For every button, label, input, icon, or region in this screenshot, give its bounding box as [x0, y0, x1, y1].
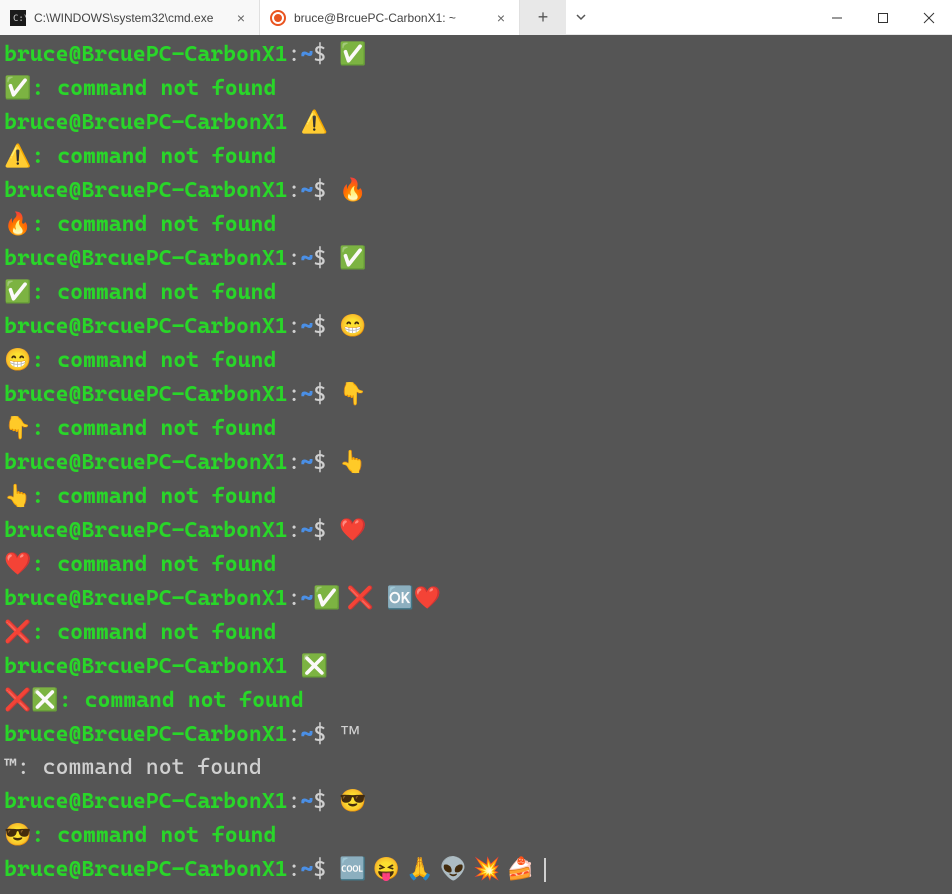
prompt-line: bruce@BrcuePC-CarbonX1:~$ ✅	[4, 37, 948, 71]
tab-label: bruce@BrcuePC-CarbonX1: ~	[294, 11, 485, 25]
tab-label: C:\WINDOWS\system32\cmd.exe	[34, 11, 225, 25]
error-line: ™: command not found	[4, 751, 948, 784]
prompt-line: bruce@BrcuePC-CarbonX1:~$ 👆	[4, 445, 948, 479]
tab-ubuntu[interactable]: bruce@BrcuePC-CarbonX1: ~ ×	[260, 0, 520, 35]
prompt-line: bruce@BrcuePC-CarbonX1:~✅ ❌ 🆗❤️	[4, 581, 948, 615]
tabs: C:\ C:\WINDOWS\system32\cmd.exe × bruce@…	[0, 0, 520, 34]
prompt-line: bruce@BrcuePC-CarbonX1:~$ ™	[4, 717, 948, 751]
tab-actions: +	[520, 0, 596, 34]
prompt-line: bruce@BrcuePC-CarbonX1:~$ 😎	[4, 784, 948, 818]
error-line: 👆: command not found	[4, 479, 948, 513]
error-line: 😁: command not found	[4, 343, 948, 377]
terminal-area[interactable]: bruce@BrcuePC-CarbonX1:~$ ✅✅: command no…	[0, 35, 952, 894]
prompt-line: bruce@BrcuePC-CarbonX1:~$ 😁	[4, 309, 948, 343]
maximize-button[interactable]	[860, 0, 906, 35]
close-icon[interactable]: ×	[493, 10, 509, 26]
error-line: 👇: command not found	[4, 411, 948, 445]
new-tab-button[interactable]: +	[520, 0, 566, 35]
tab-dropdown-button[interactable]	[566, 0, 596, 35]
error-line: ❌❎: command not found	[4, 683, 948, 717]
prompt-line: bruce@BrcuePC-CarbonX1 ❎	[4, 649, 948, 683]
prompt-line: bruce@BrcuePC-CarbonX1:~$ 🆒 😝 🙏 👽 💥 🍰	[4, 852, 948, 886]
window-controls	[814, 0, 952, 34]
error-line: ❌: command not found	[4, 615, 948, 649]
prompt-line: bruce@BrcuePC-CarbonX1:~$ ❤️	[4, 513, 948, 547]
titlebar: C:\ C:\WINDOWS\system32\cmd.exe × bruce@…	[0, 0, 952, 35]
error-line: ❤️: command not found	[4, 547, 948, 581]
minimize-button[interactable]	[814, 0, 860, 35]
close-icon[interactable]: ×	[233, 10, 249, 26]
svg-text:C:\: C:\	[13, 14, 26, 24]
error-line: 😎: command not found	[4, 818, 948, 852]
ubuntu-icon	[270, 10, 286, 26]
prompt-line: bruce@BrcuePC-CarbonX1:~$ 🔥	[4, 173, 948, 207]
error-line: ✅: command not found	[4, 71, 948, 105]
cmd-icon: C:\	[10, 10, 26, 26]
error-line: ✅: command not found	[4, 275, 948, 309]
error-line: ⚠️: command not found	[4, 139, 948, 173]
tab-cmd[interactable]: C:\ C:\WINDOWS\system32\cmd.exe ×	[0, 0, 260, 35]
close-window-button[interactable]	[906, 0, 952, 35]
prompt-line: bruce@BrcuePC-CarbonX1:~$ ✅	[4, 241, 948, 275]
prompt-line: bruce@BrcuePC-CarbonX1 ⚠️	[4, 105, 948, 139]
error-line: 🔥: command not found	[4, 207, 948, 241]
prompt-line: bruce@BrcuePC-CarbonX1:~$ 👇	[4, 377, 948, 411]
